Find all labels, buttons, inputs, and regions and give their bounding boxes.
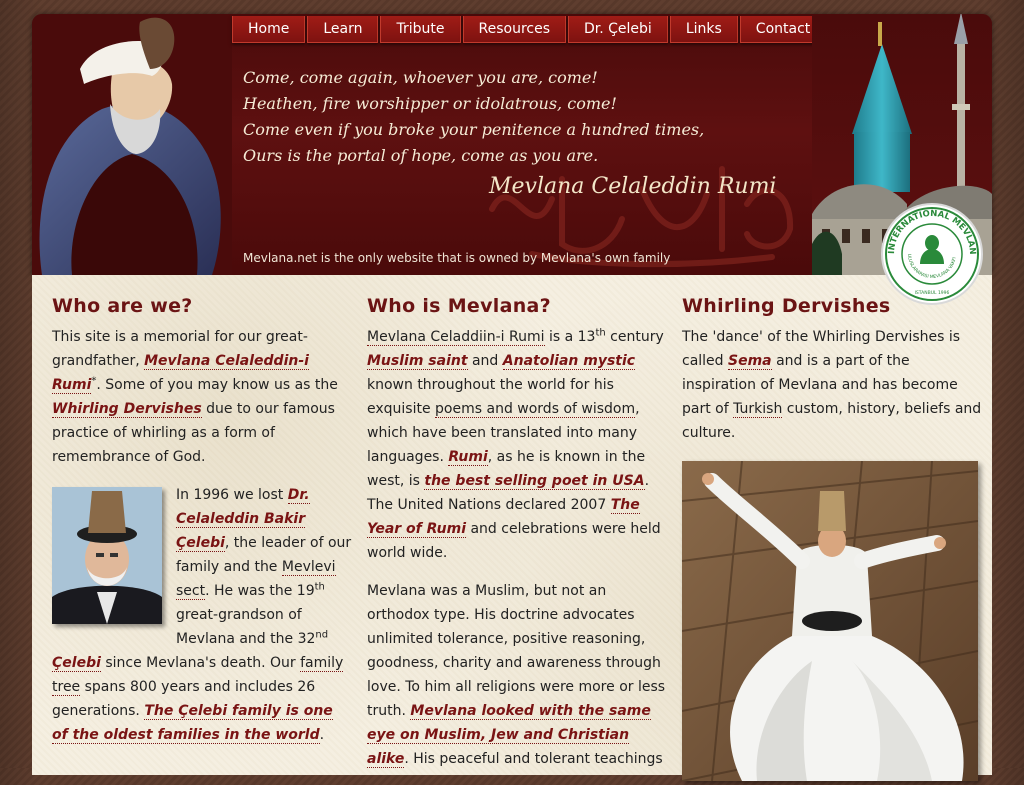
- ordinal-suffix: nd: [315, 629, 329, 641]
- link-rumi[interactable]: Rumi: [448, 449, 488, 466]
- who-is-mevlana-heading: Who is Mevlana?: [367, 295, 551, 317]
- whirling-dervish-photo[interactable]: [681, 460, 979, 782]
- text: In 1996 we lost: [176, 487, 288, 503]
- poem-line-1: Come, come again, whoever you are, come!: [243, 68, 598, 87]
- text: and: [467, 353, 503, 369]
- nav-dr-celebi[interactable]: Dr. Çelebi: [568, 16, 668, 43]
- text: great-grandson of Mevlana and the 32: [176, 607, 316, 647]
- ordinal-suffix: th: [595, 327, 606, 339]
- seal-year: ISTANBUL 1996: [915, 290, 950, 296]
- text: since Mevlana's death. Our: [100, 655, 301, 671]
- page-frame: Home Learn Tribute Resources Dr. Çelebi …: [32, 14, 992, 782]
- link-celebi[interactable]: Çelebi: [52, 655, 101, 672]
- sema-paragraph: The 'dance' of the Whirling Dervishes is…: [682, 325, 982, 445]
- text: . His peaceful and tolerant teachings: [404, 751, 663, 767]
- poem-signature: Mevlana Celaleddin Rumi: [489, 174, 777, 199]
- text: .: [319, 727, 325, 743]
- link-whirling-dervishes[interactable]: Whirling Dervishes: [52, 401, 202, 418]
- rumi-poem: Come, come again, whoever you are, come!…: [243, 65, 704, 169]
- text: Mevlana was a Muslim, but not an orthodo…: [367, 583, 666, 719]
- site-tagline: Mevlana.net is the only website that is …: [243, 251, 671, 265]
- main-content: Who are we? This site is a memorial for …: [32, 275, 992, 782]
- main-nav: Home Learn Tribute Resources Dr. Çelebi …: [232, 16, 827, 44]
- nav-resources[interactable]: Resources: [462, 16, 566, 43]
- text: century: [605, 329, 664, 345]
- who-is-mevlana-column: Who is Mevlana? Mevlana Celaddiin-i Rumi…: [367, 295, 667, 785]
- link-turkish[interactable]: Turkish: [733, 401, 783, 418]
- poem-line-2: Heathen, fire worshipper or idolatrous, …: [243, 94, 617, 113]
- nav-home[interactable]: Home: [232, 16, 306, 43]
- celebi-paragraph: In 1996 we lost Dr. Celaleddin Bakir Çel…: [52, 483, 352, 747]
- nav-tribute[interactable]: Tribute: [380, 16, 461, 43]
- dr-celebi-photo[interactable]: [52, 487, 162, 624]
- text: is a 13: [544, 329, 596, 345]
- link-mevlana-celaddiin-rumi[interactable]: Mevlana Celaddiin-i Rumi: [367, 329, 545, 346]
- international-mevlana-foundation-seal[interactable]: INTERNATIONAL MEVLANA FOUNDATION ULUSLAR…: [880, 202, 984, 306]
- whirling-dervishes-column: Whirling Dervishes The 'dance' of the Wh…: [681, 295, 982, 785]
- rumi-portrait: [32, 14, 232, 275]
- who-are-we-intro: This site is a memorial for our great-gr…: [52, 325, 352, 469]
- link-poems-and-words[interactable]: poems and words of wisdom: [435, 401, 636, 418]
- mevlana-intro: Mevlana Celaddiin-i Rumi is a 13th centu…: [367, 325, 667, 565]
- site-header: Home Learn Tribute Resources Dr. Çelebi …: [32, 14, 992, 275]
- link-best-selling-poet[interactable]: the best selling poet in USA: [424, 473, 645, 490]
- poem-line-3: Come even if you broke your penitence a …: [243, 120, 705, 139]
- link-sema[interactable]: Sema: [728, 353, 772, 370]
- poem-line-4: Ours is the portal of hope, come as you …: [243, 146, 599, 165]
- who-are-we-column: Who are we? This site is a memorial for …: [52, 295, 352, 761]
- mevlana-doctrine: Mevlana was a Muslim, but not an orthodo…: [367, 579, 667, 771]
- link-anatolian-mystic[interactable]: Anatolian mystic: [502, 353, 636, 370]
- nav-learn[interactable]: Learn: [307, 16, 379, 43]
- text: . He was the 19: [205, 583, 315, 599]
- nav-links[interactable]: Links: [669, 16, 738, 43]
- who-are-we-heading: Who are we?: [52, 295, 193, 317]
- link-muslim-saint[interactable]: Muslim saint: [367, 353, 468, 370]
- ordinal-suffix: th: [314, 581, 325, 593]
- text: . Some of you may know us as the: [96, 377, 338, 393]
